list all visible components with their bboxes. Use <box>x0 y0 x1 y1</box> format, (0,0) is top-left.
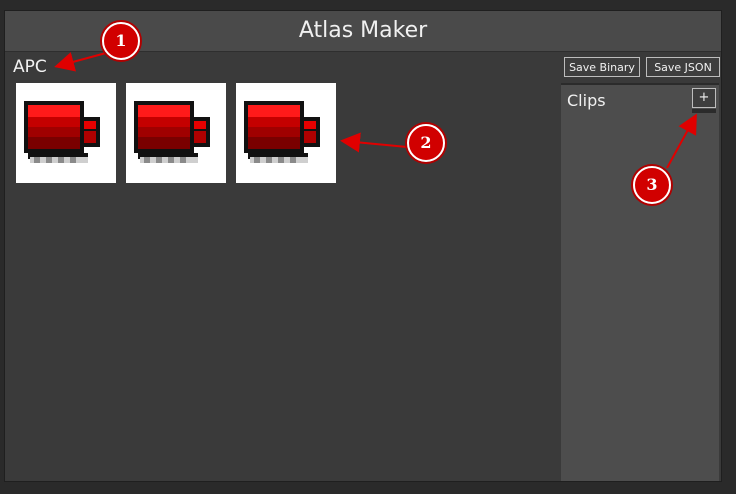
annotation-arrow-2 <box>340 132 408 153</box>
annotation-arrows <box>54 52 697 169</box>
annotation-arrow-1 <box>54 52 107 72</box>
annotation-marker-1: 1 <box>102 22 140 60</box>
annotation-marker-2: 2 <box>407 124 445 162</box>
annotation-arrow-3 <box>666 113 697 169</box>
annotation-marker-3: 3 <box>633 166 671 204</box>
